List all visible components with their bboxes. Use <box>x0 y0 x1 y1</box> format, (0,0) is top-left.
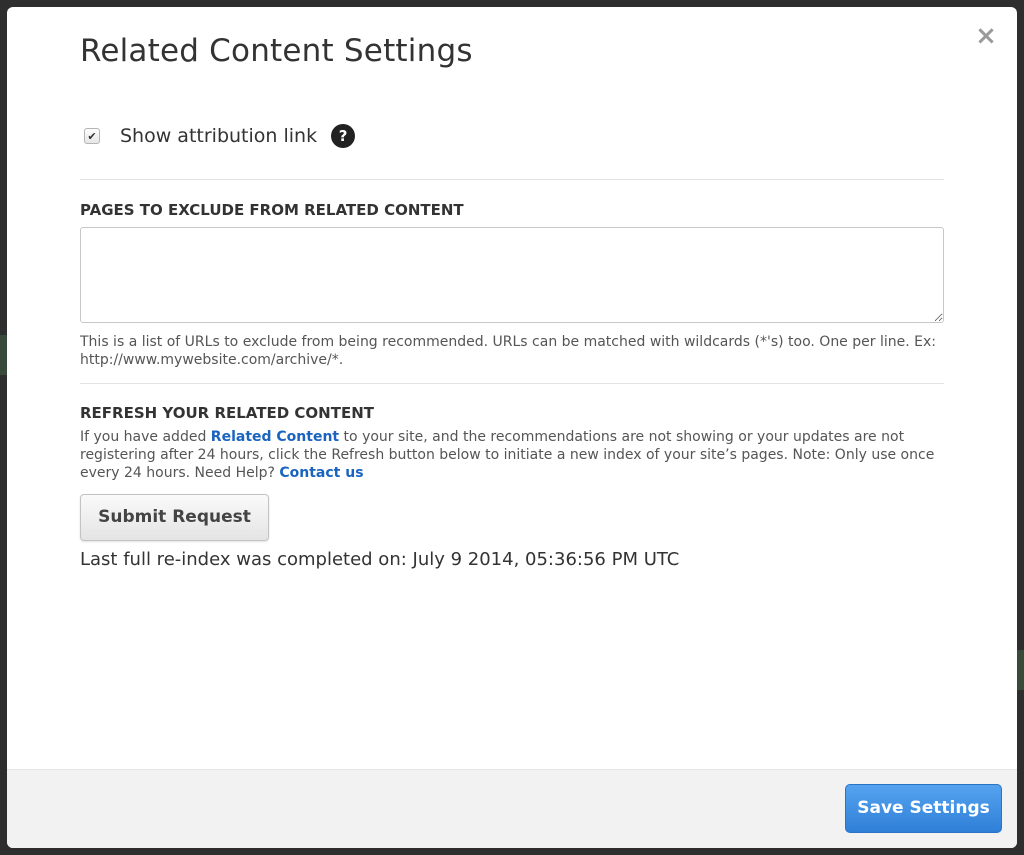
modal-body: ✔ Show attribution link ? PAGES TO EXCLU… <box>80 119 944 570</box>
refresh-text-part: If you have added <box>80 429 211 445</box>
refresh-heading: REFRESH YOUR RELATED CONTENT <box>80 404 374 422</box>
attribution-checkbox[interactable]: ✔ <box>84 128 100 144</box>
modal-footer: Save Settings <box>7 769 1017 848</box>
refresh-help-text: If you have added Related Content to you… <box>80 428 944 482</box>
help-icon[interactable]: ? <box>331 124 356 148</box>
last-index-status: Last full re-index was completed on: Jul… <box>80 549 680 570</box>
related-content-link[interactable]: Related Content <box>211 429 339 445</box>
attribution-label[interactable]: Show attribution link <box>120 125 317 147</box>
attribution-row: ✔ Show attribution link ? <box>80 119 944 153</box>
exclude-urls-textarea[interactable] <box>80 227 944 323</box>
checkmark-icon: ✔ <box>87 129 97 143</box>
exclude-help-text: This is a list of URLs to exclude from b… <box>80 334 936 368</box>
contact-us-link[interactable]: Contact us <box>279 465 363 481</box>
modal-title: Related Content Settings <box>80 33 473 69</box>
background-edge <box>1016 650 1024 690</box>
exclude-heading: PAGES TO EXCLUDE FROM RELATED CONTENT <box>80 201 464 219</box>
settings-modal: × Related Content Settings ✔ Show attrib… <box>7 7 1017 848</box>
submit-request-button[interactable]: Submit Request <box>80 494 269 541</box>
save-settings-button[interactable]: Save Settings <box>845 784 1002 833</box>
close-icon[interactable]: × <box>975 23 997 49</box>
